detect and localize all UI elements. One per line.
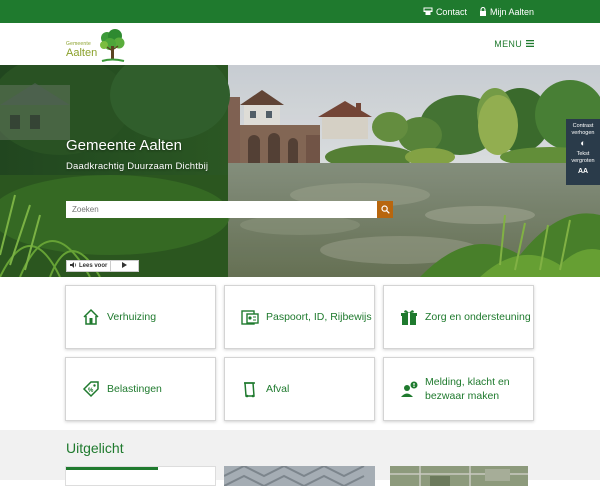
speaker-icon (70, 262, 77, 270)
contrast-icon: ◐ (580, 138, 586, 148)
top-utility-bar: Contact Mijn Aalten (0, 0, 600, 23)
tile-melding[interactable]: Melding, klacht en bezwaar maken (383, 357, 534, 421)
readspeaker-button[interactable]: Lees voor (67, 261, 112, 271)
contrast-label: Contrast verhogen (571, 123, 595, 136)
hero-subtitle: Daadkrachtig Duurzaam Dichtbij (66, 161, 209, 172)
house-icon (81, 307, 101, 327)
lock-icon (479, 7, 487, 16)
utility-links: Contact Mijn Aalten (423, 0, 534, 23)
featured-card-image (224, 466, 375, 486)
featured-section: Uitgelicht (0, 430, 600, 486)
trash-bin-icon (240, 379, 260, 399)
featured-card[interactable] (390, 466, 528, 486)
site-header: Gemeente Aalten MENU (0, 23, 600, 65)
tile-paspoort[interactable]: Paspoort, ID, Rijbewijs (224, 285, 375, 349)
gemeente-aalten-logo[interactable]: Gemeente Aalten (66, 27, 128, 63)
id-card-icon (240, 307, 260, 327)
tile-verhuizing[interactable]: Verhuizing (65, 285, 216, 349)
tile-label: Belastingen (107, 383, 162, 395)
featured-card-image (390, 466, 528, 486)
text-size-toggle[interactable]: Tekst vergroten AA (566, 151, 600, 177)
menu-label: MENU (494, 39, 522, 49)
tile-afval[interactable]: Afval (224, 357, 375, 421)
tax-tag-icon: % (81, 379, 101, 399)
contact-link[interactable]: Contact (423, 7, 467, 17)
menu-button[interactable]: MENU (494, 39, 534, 49)
featured-card[interactable] (65, 466, 216, 486)
contact-label: Contact (435, 6, 467, 17)
hero-title: Gemeente Aalten (66, 137, 182, 154)
logo-big-text: Aalten (66, 47, 98, 59)
featured-card[interactable] (224, 466, 375, 486)
search-button[interactable] (377, 201, 393, 218)
text-size-icon: AA (577, 168, 589, 175)
search-input[interactable] (66, 201, 377, 218)
tile-belastingen[interactable]: % Belastingen (65, 357, 216, 421)
play-button[interactable] (111, 261, 138, 271)
search-bar (66, 201, 393, 218)
hero-banner: Gemeente Aalten Daadkrachtig Duurzaam Di… (0, 65, 600, 277)
text-size-label: Tekst vergroten (571, 151, 595, 164)
featured-heading: Uitgelicht (66, 440, 124, 456)
tile-label: Verhuizing (107, 311, 157, 323)
service-tiles: Verhuizing Paspoort, ID, Rijbewijs Zorg … (0, 277, 600, 430)
accessibility-panel: Contrast verhogen ◐ Tekst vergroten AA (566, 119, 600, 185)
contact-icon (423, 7, 433, 16)
readspeaker-label: Lees voor (79, 263, 108, 269)
tile-label: Melding, klacht en bezwaar maken (425, 376, 510, 402)
hamburger-icon (526, 39, 534, 49)
play-icon (122, 262, 128, 270)
featured-card-accent (66, 467, 158, 470)
person-alert-icon (399, 379, 419, 399)
tile-label: Paspoort, ID, Rijbewijs (266, 311, 372, 323)
tile-label: Afval (266, 383, 290, 395)
tile-zorg[interactable]: Zorg en ondersteuning (383, 285, 534, 349)
readspeaker-widget[interactable]: Lees voor (66, 260, 139, 272)
mijn-aalten-label: Mijn Aalten (489, 6, 534, 17)
mijn-aalten-link[interactable]: Mijn Aalten (479, 7, 534, 17)
tree-logo-icon (100, 29, 125, 62)
gift-care-icon (399, 307, 419, 327)
contrast-toggle[interactable]: Contrast verhogen ◐ (566, 123, 600, 149)
tile-label: Zorg en ondersteuning (425, 311, 531, 323)
svg-text:%: % (88, 388, 94, 394)
search-icon (380, 201, 390, 219)
